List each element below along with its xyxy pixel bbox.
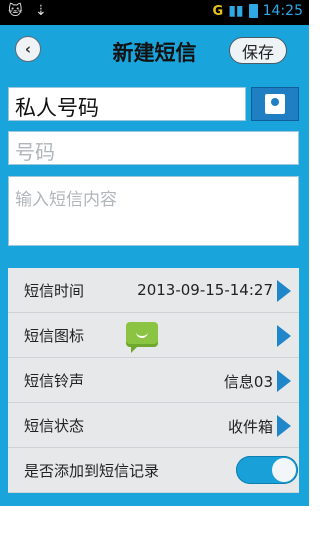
title-bar: ‹ 新建短信 保存 [0,25,309,77]
setting-row-add-to-history[interactable]: 是否添加到短信记录 [8,448,299,493]
setting-row-ringtone[interactable]: 短信铃声 信息03 [8,358,299,403]
status-time: 14:25 [262,3,303,19]
contact-picker-button[interactable] [251,87,299,121]
setting-row-icon[interactable]: 短信图标 [8,313,299,358]
app-screen: ‹ 新建短信 保存 私人号码 号码 输入短信内容 短信时间 2013-09-15… [0,25,309,506]
arrow-right-icon[interactable] [277,370,291,392]
setting-label: 短信时间 [24,281,85,300]
contact-name-field[interactable]: 私人号码 [8,87,246,121]
status-left-icons: 🐱 ⇣ [8,3,51,19]
setting-label: 短信图标 [24,326,85,345]
contact-icon [265,94,285,114]
settings-list: 短信时间 2013-09-15-14:27 短信图标 短信铃声 信息03 短信状… [8,268,299,493]
setting-label: 短信状态 [24,416,85,435]
number-field[interactable]: 号码 [8,131,299,165]
setting-label: 是否添加到短信记录 [24,461,160,480]
network-indicator: G [212,3,224,19]
history-toggle[interactable] [236,456,298,484]
bottom-area [0,506,309,550]
battery-icon [248,4,258,18]
setting-row-time[interactable]: 短信时间 2013-09-15-14:27 [8,268,299,313]
arrow-right-icon[interactable] [277,415,291,437]
message-icon [126,322,158,353]
arrow-right-icon[interactable] [277,280,291,302]
toggle-knob [272,458,296,482]
setting-value: 信息03 [223,373,273,391]
setting-value: 收件箱 [227,418,273,436]
status-bar: 🐱 ⇣ G ▮▮ 14:25 [0,0,309,25]
save-button[interactable]: 保存 [229,37,287,64]
setting-label: 短信铃声 [24,371,85,390]
setting-value: 2013-09-15-14:27 [137,281,273,299]
setting-row-status[interactable]: 短信状态 收件箱 [8,403,299,448]
arrow-right-icon[interactable] [277,325,291,347]
message-content-field[interactable]: 输入短信内容 [8,176,299,246]
signal-icon: ▮▮ [228,3,244,19]
status-right: G ▮▮ 14:25 [213,3,303,19]
